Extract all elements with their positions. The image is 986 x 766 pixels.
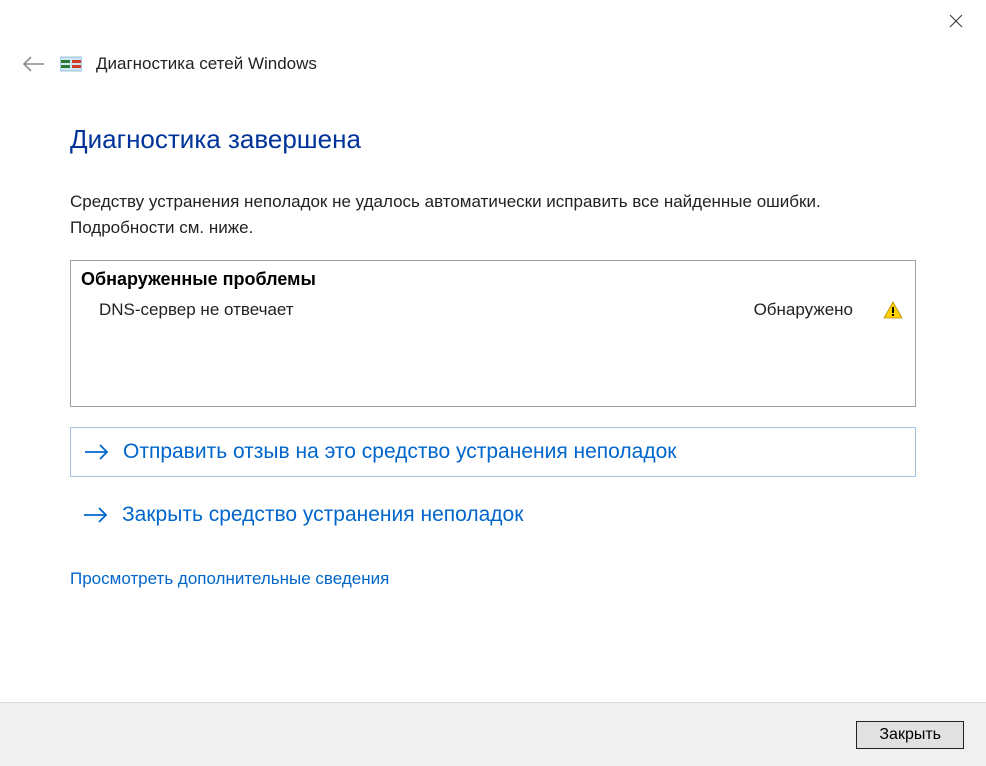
window-close-button[interactable] [936, 6, 976, 36]
action-feedback-label: Отправить отзыв на это средство устранен… [123, 440, 676, 464]
back-button[interactable] [22, 55, 46, 73]
action-close-tool-label: Закрыть средство устранения неполадок [122, 503, 523, 527]
close-icon [949, 14, 963, 28]
problems-header: Обнаруженные проблемы [71, 261, 915, 296]
close-button[interactable]: Закрыть [856, 721, 964, 749]
problem-status: Обнаружено [754, 300, 853, 320]
problem-row: DNS-сервер не отвечает Обнаружено [71, 296, 915, 324]
page-heading: Диагностика завершена [70, 124, 916, 155]
problem-name: DNS-сервер не отвечает [99, 300, 754, 320]
arrow-left-icon [22, 55, 46, 73]
wizard-title: Диагностика сетей Windows [96, 54, 317, 74]
action-feedback[interactable]: Отправить отзыв на это средство устранен… [70, 427, 916, 477]
footer-bar: Закрыть [0, 702, 986, 766]
warning-icon [883, 300, 903, 320]
arrow-right-icon [83, 443, 109, 461]
wizard-header: Диагностика сетей Windows [0, 40, 986, 84]
app-icon [60, 55, 82, 73]
content-area: Диагностика завершена Средству устранени… [0, 84, 986, 589]
problems-box: Обнаруженные проблемы DNS-сервер не отве… [70, 260, 916, 407]
detail-link[interactable]: Просмотреть дополнительные сведения [70, 569, 916, 589]
action-close-tool[interactable]: Закрыть средство устранения неполадок [70, 491, 916, 539]
titlebar [0, 0, 986, 40]
arrow-right-icon [82, 506, 108, 524]
description-text: Средству устранения неполадок не удалось… [70, 189, 916, 242]
